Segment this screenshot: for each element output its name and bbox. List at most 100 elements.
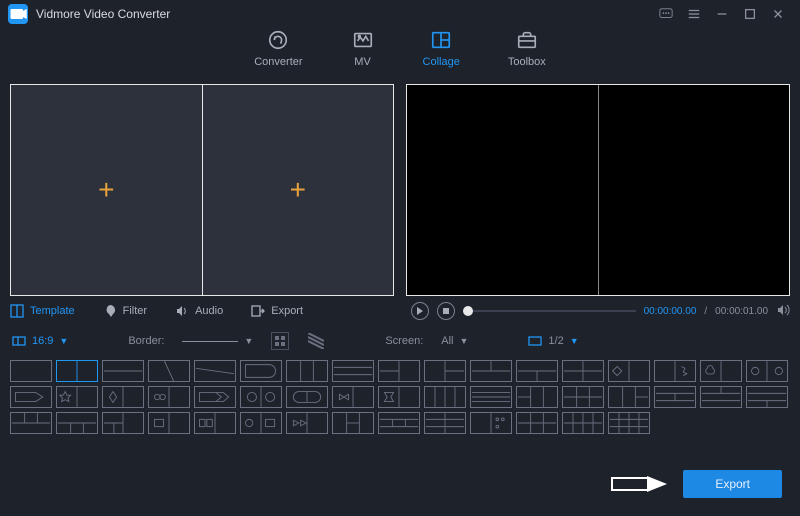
content-row: + + <box>0 84 800 296</box>
template-item[interactable] <box>194 412 236 434</box>
template-item[interactable] <box>286 412 328 434</box>
template-item[interactable] <box>424 360 466 382</box>
add-icon: + <box>98 174 114 206</box>
tab-toolbox[interactable]: Toolbox <box>508 28 546 78</box>
editor-pane: + + <box>10 84 394 296</box>
template-item[interactable] <box>10 386 52 408</box>
main-tabs: Converter MV Collage Toolbox <box>0 28 800 78</box>
minimize-icon[interactable] <box>712 4 732 24</box>
time-sep: / <box>704 306 707 317</box>
template-item[interactable] <box>424 386 466 408</box>
template-item[interactable] <box>470 360 512 382</box>
export-button[interactable]: Export <box>683 470 782 498</box>
template-item[interactable] <box>608 412 650 434</box>
volume-icon[interactable] <box>776 303 790 320</box>
filter-icon <box>103 304 117 318</box>
converter-icon <box>266 28 290 52</box>
template-item[interactable] <box>746 386 788 408</box>
screen-label: Screen: <box>385 335 423 347</box>
chevron-down-icon: ▼ <box>244 336 253 346</box>
subtab-export[interactable]: Export <box>251 304 303 318</box>
template-item[interactable] <box>378 412 420 434</box>
tab-converter[interactable]: Converter <box>254 28 302 78</box>
template-item[interactable] <box>148 360 190 382</box>
template-item[interactable] <box>240 360 282 382</box>
template-item[interactable] <box>10 412 52 434</box>
template-item[interactable] <box>194 360 236 382</box>
tab-collage[interactable]: Collage <box>423 28 460 78</box>
editor-cell-2[interactable]: + <box>203 85 394 295</box>
template-item[interactable] <box>194 386 236 408</box>
template-item[interactable] <box>102 386 144 408</box>
arrow-annotation <box>611 472 667 496</box>
template-item[interactable] <box>102 360 144 382</box>
template-item[interactable] <box>608 386 650 408</box>
close-icon[interactable] <box>768 4 788 24</box>
template-item[interactable] <box>654 386 696 408</box>
tab-label: Collage <box>423 56 460 68</box>
template-item[interactable] <box>424 412 466 434</box>
template-item[interactable] <box>470 412 512 434</box>
tab-label: Toolbox <box>508 56 546 68</box>
maximize-icon[interactable] <box>740 4 760 24</box>
sub-tabs: Template Filter Audio Export <box>10 296 399 326</box>
template-item[interactable] <box>240 386 282 408</box>
add-icon: + <box>290 174 306 206</box>
template-item[interactable] <box>516 386 558 408</box>
menu-icon[interactable] <box>684 4 704 24</box>
page-indicator[interactable]: 1/2 ▼ <box>528 334 578 348</box>
border-pattern-button[interactable] <box>307 332 325 350</box>
template-item[interactable] <box>562 386 604 408</box>
screen-select[interactable]: All ▼ <box>441 335 468 347</box>
template-item[interactable] <box>654 360 696 382</box>
subtab-label: Filter <box>123 305 147 317</box>
template-item[interactable] <box>516 360 558 382</box>
template-item[interactable] <box>378 360 420 382</box>
template-item[interactable] <box>332 412 374 434</box>
template-item[interactable] <box>56 386 98 408</box>
feedback-icon[interactable] <box>656 4 676 24</box>
template-item[interactable] <box>332 386 374 408</box>
template-item[interactable] <box>10 360 52 382</box>
time-duration: 00:00:01.00 <box>715 306 768 317</box>
editor-cell-1[interactable]: + <box>11 85 203 295</box>
audio-icon <box>175 304 189 318</box>
template-item[interactable] <box>332 360 374 382</box>
tab-mv[interactable]: MV <box>351 28 375 78</box>
subtab-label: Template <box>30 305 75 317</box>
export-icon <box>251 304 265 318</box>
border-color-button[interactable] <box>271 332 289 350</box>
template-item[interactable] <box>700 360 742 382</box>
template-item[interactable] <box>286 360 328 382</box>
subtab-audio[interactable]: Audio <box>175 304 223 318</box>
tab-label: MV <box>354 56 371 68</box>
mv-icon <box>351 28 375 52</box>
chevron-down-icon: ▼ <box>59 336 68 346</box>
template-item[interactable] <box>286 386 328 408</box>
subtab-template[interactable]: Template <box>10 304 75 318</box>
template-item[interactable] <box>562 360 604 382</box>
template-item[interactable] <box>56 360 98 382</box>
aspect-ratio-select[interactable]: 16:9 ▼ <box>12 334 68 348</box>
chevron-down-icon: ▼ <box>460 336 469 346</box>
template-item[interactable] <box>240 412 282 434</box>
template-item[interactable] <box>746 360 788 382</box>
play-button[interactable] <box>411 302 429 320</box>
tab-label: Converter <box>254 56 302 68</box>
template-item[interactable] <box>148 386 190 408</box>
template-item[interactable] <box>700 386 742 408</box>
template-item[interactable] <box>470 386 512 408</box>
border-style-select[interactable]: ▼ <box>182 336 253 346</box>
subtab-filter[interactable]: Filter <box>103 304 147 318</box>
screen-value: All <box>441 335 453 347</box>
template-item[interactable] <box>516 412 558 434</box>
stop-button[interactable] <box>437 302 455 320</box>
template-item[interactable] <box>378 386 420 408</box>
template-item[interactable] <box>56 412 98 434</box>
template-item[interactable] <box>562 412 604 434</box>
template-item[interactable] <box>148 412 190 434</box>
template-item[interactable] <box>608 360 650 382</box>
chevron-down-icon: ▼ <box>570 336 579 346</box>
template-item[interactable] <box>102 412 144 434</box>
scrubber[interactable] <box>463 310 636 312</box>
